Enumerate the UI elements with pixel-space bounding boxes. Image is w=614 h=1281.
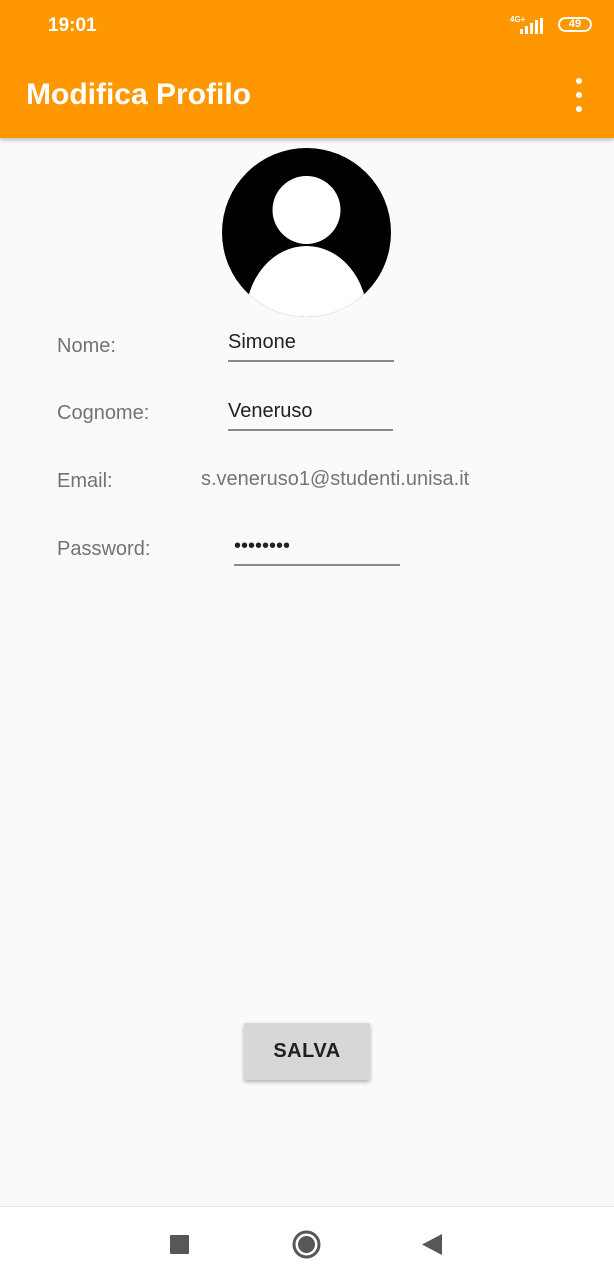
account-circle-icon[interactable]: [222, 148, 391, 317]
app-bar: 19:01 4G+ 49 Modifica Profilo: [0, 0, 614, 138]
circle-icon[interactable]: [292, 1230, 321, 1259]
name-field[interactable]: [228, 331, 394, 362]
password-label: Password:: [57, 538, 151, 560]
navigation-bar: [0, 1206, 614, 1281]
signal-icon: [520, 18, 543, 34]
battery-icon: 49: [558, 17, 592, 32]
triangle-back-icon[interactable]: [422, 1234, 442, 1255]
save-button[interactable]: SALVA: [244, 1023, 370, 1080]
name-label: Nome:: [57, 335, 116, 357]
square-icon[interactable]: [170, 1235, 189, 1254]
surname-label: Cognome:: [57, 402, 150, 424]
page-title: Modifica Profilo: [26, 78, 251, 111]
status-icons: 4G+ 49: [510, 14, 592, 38]
password-field[interactable]: [234, 535, 400, 566]
more-vert-icon[interactable]: [566, 78, 592, 112]
status-time: 19:01: [48, 15, 97, 36]
email-label: Email:: [57, 470, 113, 492]
surname-field[interactable]: [228, 400, 393, 431]
email-value: s.veneruso1@studenti.unisa.it: [201, 468, 470, 490]
